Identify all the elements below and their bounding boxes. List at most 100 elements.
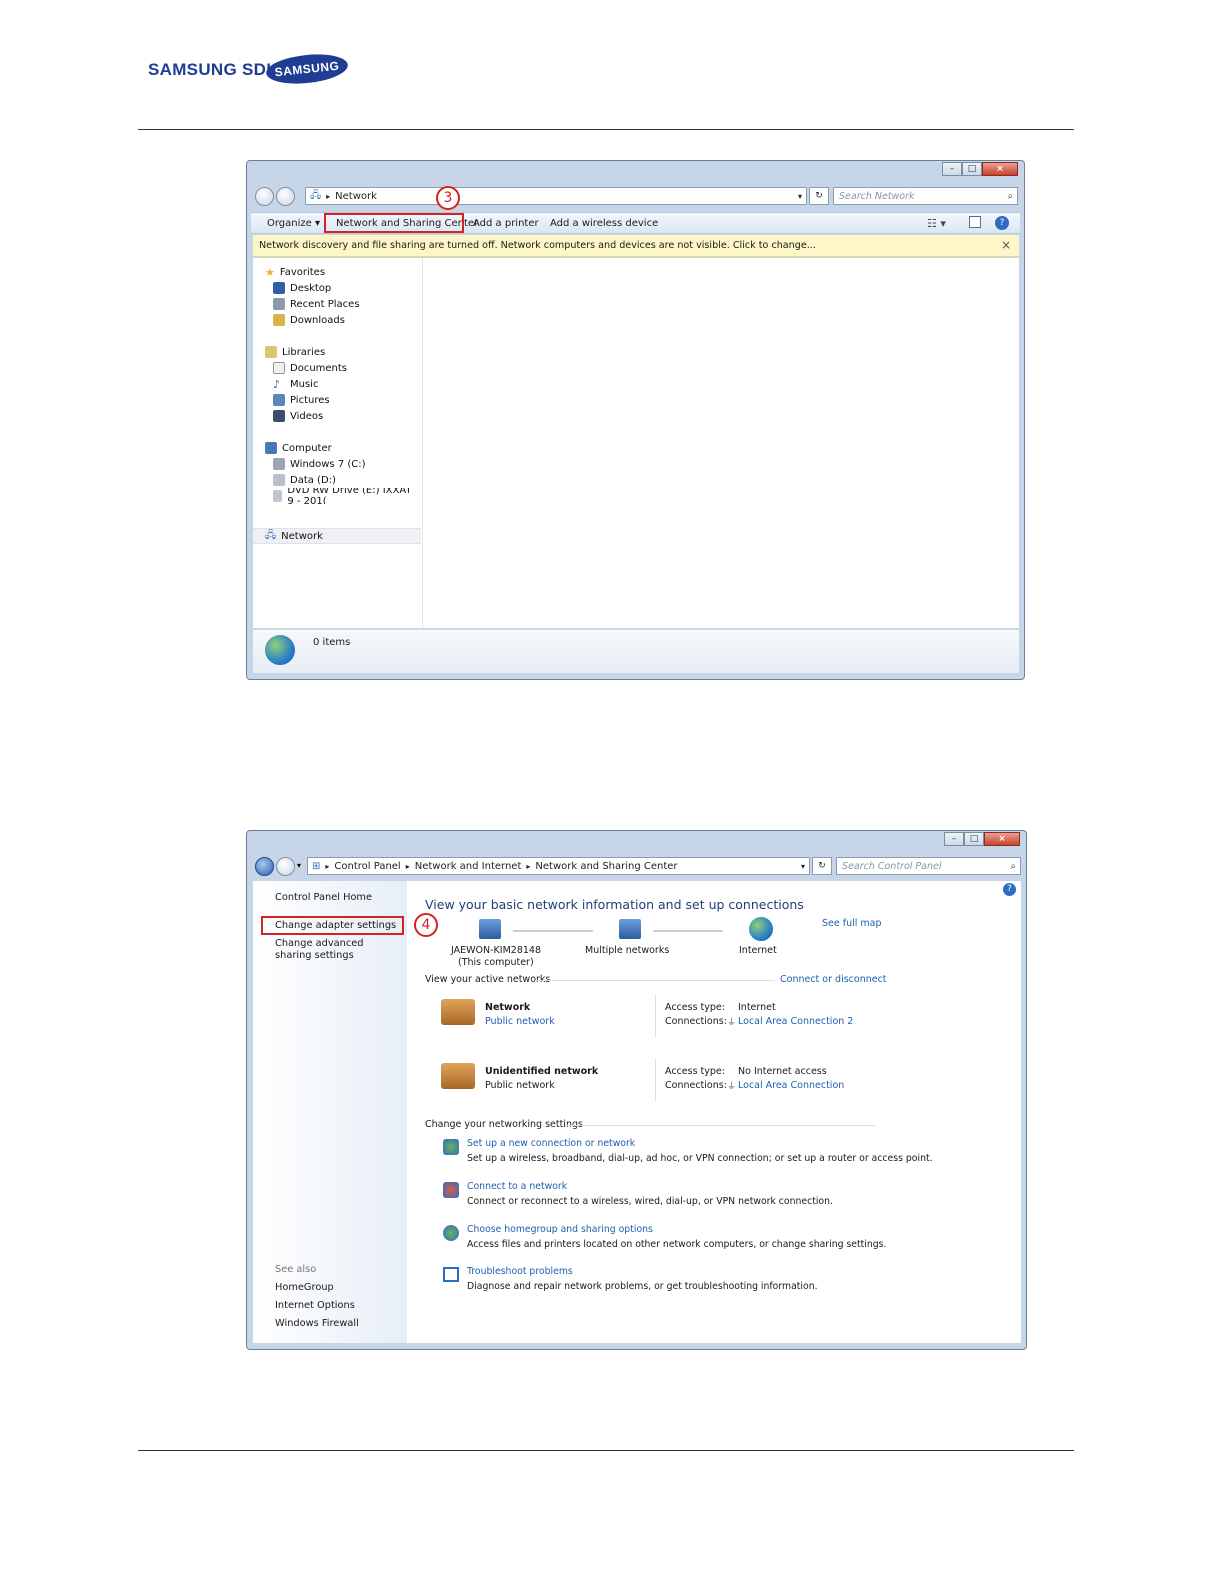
nav-item-label: Windows 7 (C:) (290, 458, 366, 470)
windows-firewall-link[interactable]: Windows Firewall (275, 1318, 359, 1329)
network-explorer-window: – □ × 🖧 ▸ Network ▾ ↻ Search Network ⌕ O… (246, 160, 1025, 680)
nav-item-favorites[interactable]: ★ Favorites (265, 264, 417, 280)
connect-network-desc: Connect or reconnect to a wireless, wire… (467, 1196, 833, 1207)
change-advanced-sharing-link[interactable]: Change advanced sharing settings (275, 938, 399, 962)
close-button[interactable]: × (984, 832, 1020, 846)
see-full-map-link[interactable]: See full map (822, 918, 882, 929)
breadcrumb-sharing-center[interactable]: Network and Sharing Center (535, 861, 677, 872)
nav-item-computer[interactable]: Computer (265, 440, 417, 456)
downloads-icon (273, 314, 285, 326)
maximize-button[interactable]: □ (964, 832, 984, 846)
nav-item-data-drive[interactable]: Data (D:) (265, 472, 417, 488)
page-title: View your basic network information and … (425, 897, 804, 912)
header-rule (138, 129, 1074, 130)
forward-button[interactable] (276, 857, 295, 876)
nav-item-network[interactable]: 🖧 Network (253, 528, 421, 544)
network-icon: 🖧 (310, 189, 322, 201)
maximize-button[interactable]: □ (962, 162, 982, 176)
search-icon: ⌕ (1010, 860, 1016, 872)
network-1-type-link[interactable]: Public network (485, 1016, 555, 1027)
preview-pane-icon[interactable] (969, 216, 981, 228)
nav-item-music[interactable]: ♪ Music (265, 376, 417, 392)
refresh-button[interactable]: ↻ (812, 857, 832, 875)
nav-item-label: Music (290, 378, 319, 390)
organize-menu[interactable]: Organize ▾ (267, 218, 320, 229)
nav-item-label: Desktop (290, 282, 332, 294)
left-task-pane: Control Panel Home Change adapter settin… (253, 881, 407, 1343)
section-divider (535, 980, 775, 981)
search-input[interactable]: Search Control Panel ⌕ (836, 857, 1021, 875)
connect-disconnect-link[interactable]: Connect or disconnect (780, 974, 887, 985)
network-1-connections-label: Connections: (665, 1016, 727, 1027)
nav-item-dvd-drive[interactable]: DVD RW Drive (E:) IXXAT 9 - 201( (265, 488, 417, 504)
drive-icon (273, 474, 285, 486)
breadcrumb-network-internet[interactable]: Network and Internet (415, 861, 522, 872)
address-bar[interactable]: ⊞ ▸ Control Panel ▸ Network and Internet… (307, 857, 810, 875)
nav-item-pictures[interactable]: Pictures (265, 392, 417, 408)
footer-rule (138, 1450, 1074, 1451)
computer-icon (479, 919, 501, 939)
refresh-icon: ↻ (818, 861, 826, 871)
info-bar[interactable]: Network discovery and file sharing are t… (253, 235, 1019, 257)
item-count: 0 items (313, 637, 351, 648)
forward-button[interactable] (276, 187, 295, 206)
homegroup-link[interactable]: HomeGroup (275, 1282, 334, 1293)
control-panel-home-link[interactable]: Control Panel Home (275, 892, 372, 903)
breadcrumb-arrow-icon: ▸ (526, 861, 531, 871)
nav-item-videos[interactable]: Videos (265, 408, 417, 424)
help-icon[interactable]: ? (995, 216, 1009, 230)
nav-item-recent-places[interactable]: Recent Places (265, 296, 417, 312)
breadcrumb-arrow-icon: ▸ (326, 191, 331, 201)
close-button[interactable]: × (982, 162, 1018, 176)
nav-item-label: Recent Places (290, 298, 360, 310)
view-options-icon[interactable]: ☷ ▾ (927, 217, 946, 230)
minimize-button[interactable]: – (944, 832, 964, 846)
network-1-name: Network (485, 1002, 531, 1013)
ethernet-plug-icon: ⏚ (727, 1082, 737, 1092)
add-wireless-device-button[interactable]: Add a wireless device (550, 218, 658, 229)
recent-pages-arrow-icon[interactable]: ▾ (297, 861, 301, 870)
refresh-button[interactable]: ↻ (809, 187, 829, 205)
desktop-icon (273, 282, 285, 294)
nav-item-desktop[interactable]: Desktop (265, 280, 417, 296)
address-bar[interactable]: 🖧 ▸ Network ▾ (305, 187, 807, 205)
troubleshoot-link[interactable]: Troubleshoot problems (467, 1266, 573, 1277)
connect-network-link[interactable]: Connect to a network (467, 1181, 567, 1192)
nav-item-windows7-drive[interactable]: Windows 7 (C:) (265, 456, 417, 472)
samsung-brand-logo: SAMSUNG (264, 50, 350, 88)
network-2-name: Unidentified network (485, 1066, 599, 1077)
multiple-networks-icon (619, 919, 641, 939)
network-icon: 🖧 (265, 529, 277, 541)
active-networks-heading: View your active networks (425, 974, 551, 985)
dropdown-arrow-icon[interactable]: ▾ (798, 192, 802, 201)
dropdown-arrow-icon[interactable]: ▾ (801, 862, 805, 871)
address-path: Network (335, 190, 377, 202)
nav-tree: ★ Favorites Desktop Recent Places Downloa… (265, 264, 417, 520)
nav-item-label: Favorites (279, 266, 326, 278)
nav-item-libraries[interactable]: Libraries (265, 344, 417, 360)
breadcrumb-control-panel[interactable]: Control Panel (334, 861, 400, 872)
internet-globe-icon (749, 917, 773, 941)
help-icon[interactable]: ? (1003, 883, 1016, 896)
networking-settings-heading: Change your networking settings (425, 1119, 583, 1130)
nav-item-label: Libraries (282, 346, 326, 358)
minimize-button[interactable]: – (942, 162, 962, 176)
add-printer-button[interactable]: Add a printer (473, 218, 539, 229)
back-button[interactable] (255, 187, 274, 206)
search-input[interactable]: Search Network ⌕ (833, 187, 1018, 205)
breadcrumb-arrow-icon: ▸ (405, 861, 410, 871)
back-button[interactable] (255, 857, 274, 876)
internet-options-link[interactable]: Internet Options (275, 1300, 355, 1311)
pictures-icon (273, 394, 285, 406)
nav-item-downloads[interactable]: Downloads (265, 312, 417, 328)
setup-connection-link[interactable]: Set up a new connection or network (467, 1138, 635, 1149)
document-page: SAMSUNG SDI SAMSUNG – □ × 🖧 ▸ Network ▾ … (0, 0, 1224, 1584)
network-1-connection-link[interactable]: Local Area Connection 2 (738, 1016, 853, 1027)
network-2-connection-link[interactable]: Local Area Connection (738, 1080, 844, 1091)
column-divider (655, 1059, 656, 1101)
info-bar-close-icon[interactable]: × (1001, 238, 1011, 252)
public-network-bench-icon (441, 1063, 475, 1089)
sharing-center-body: Control Panel Home Change adapter settin… (253, 881, 1021, 1343)
nav-item-documents[interactable]: Documents (265, 360, 417, 376)
homegroup-sharing-link[interactable]: Choose homegroup and sharing options (467, 1224, 653, 1235)
